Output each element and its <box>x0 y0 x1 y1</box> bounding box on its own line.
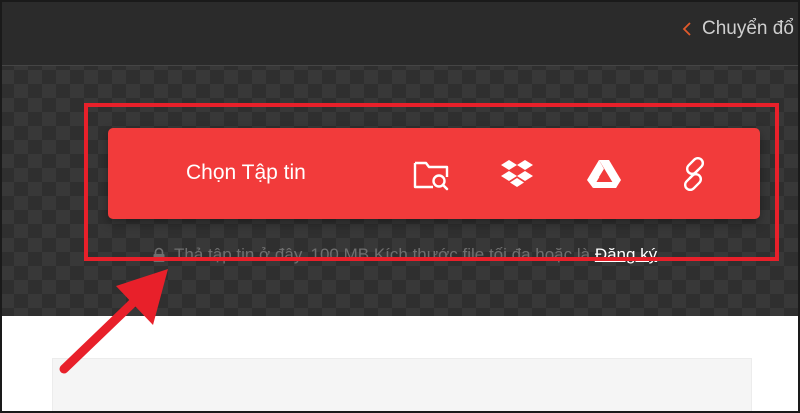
upload-note-end: . <box>657 245 662 264</box>
breadcrumb-label: Chuyển đổ <box>702 18 794 39</box>
upload-bar: Chọn Tập tin <box>108 128 760 219</box>
dropbox-icon[interactable] <box>498 155 536 193</box>
breadcrumb[interactable]: Chuyển đổ <box>682 18 794 40</box>
link-icon[interactable] <box>675 155 713 193</box>
signup-link[interactable]: Đăng ký <box>595 245 657 264</box>
folder-search-icon[interactable] <box>412 155 450 193</box>
google-drive-icon[interactable] <box>585 155 623 193</box>
content-panel <box>52 358 752 413</box>
top-bar: Chuyển đổ <box>0 0 800 66</box>
upload-note: Thả tập tin ở đây. 100 MB Kích thước fil… <box>152 245 662 265</box>
choose-file-button[interactable]: Chọn Tập tin <box>186 161 306 185</box>
lock-icon <box>153 247 165 262</box>
chevron-left-icon <box>682 22 691 36</box>
upload-note-text: Thả tập tin ở đây. 100 MB Kích thước fil… <box>174 245 591 264</box>
